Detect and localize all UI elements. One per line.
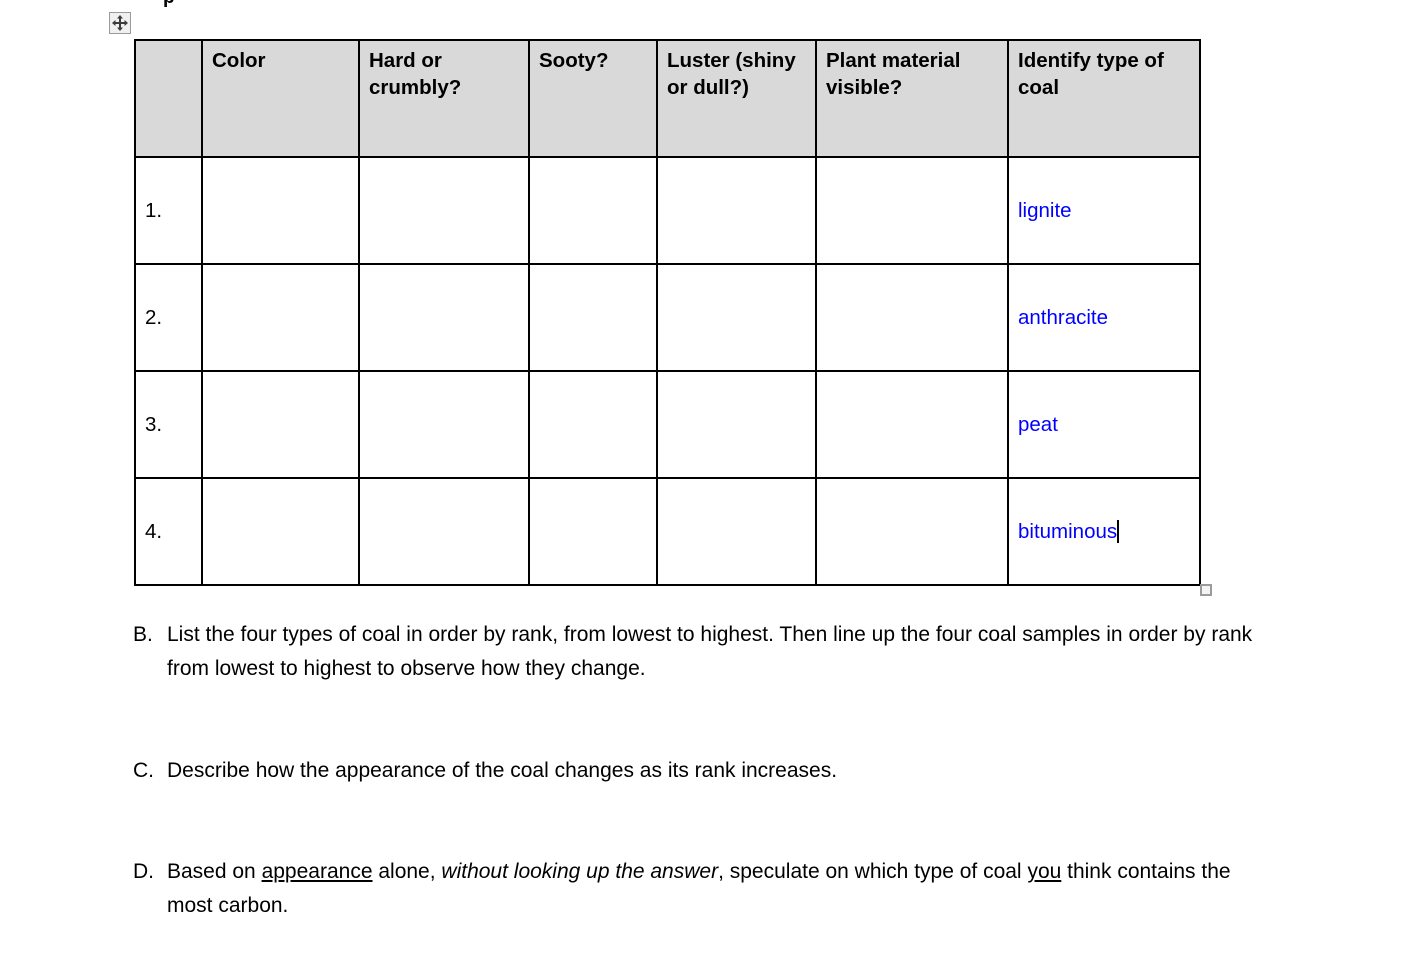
table-row: 2. anthracite <box>134 263 1201 372</box>
cell-plant-material[interactable] <box>815 477 1009 586</box>
question-item-d: D. Based on appearance alone, without lo… <box>133 855 1253 923</box>
question-d-segment: alone, <box>372 860 442 884</box>
question-list: B. List the four types of coal in order … <box>133 618 1253 923</box>
cell-sooty[interactable] <box>528 263 658 372</box>
cell-sooty[interactable] <box>528 477 658 586</box>
row-number-cell: 3. <box>134 370 203 479</box>
move-four-arrows-icon <box>112 15 128 31</box>
column-header-hard-or-crumbly: Hard or crumbly? <box>358 39 530 158</box>
cell-luster[interactable] <box>656 370 817 479</box>
cell-luster[interactable] <box>656 477 817 586</box>
column-header-luster: Luster (shiny or dull?) <box>656 39 817 158</box>
question-d-segment: without looking up the answer <box>441 860 719 884</box>
column-header-color: Color <box>201 39 360 158</box>
column-header-sooty: Sooty? <box>528 39 658 158</box>
cell-coal-type[interactable]: anthracite <box>1007 263 1201 372</box>
question-d-segment: , speculate on which type of coal <box>718 860 1028 884</box>
question-d-segment: Based on <box>167 860 262 884</box>
cell-luster[interactable] <box>656 263 817 372</box>
text-cursor-caret <box>1117 519 1120 543</box>
table-header-row: Color Hard or crumbly? Sooty? Luster (sh… <box>134 39 1201 158</box>
table-move-handle[interactable] <box>109 12 131 34</box>
question-text-d: Based on appearance alone, without looki… <box>167 855 1253 923</box>
cell-hard-or-crumbly[interactable] <box>358 477 530 586</box>
question-label-d: D. <box>133 860 154 884</box>
cell-color[interactable] <box>201 263 360 372</box>
cell-coal-type[interactable]: lignite <box>1007 156 1201 265</box>
table-row: 3. peat <box>134 370 1201 479</box>
coal-type-value: bituminous <box>1018 519 1118 543</box>
column-header-number <box>134 39 203 158</box>
cell-hard-or-crumbly[interactable] <box>358 156 530 265</box>
table-row: 1. lignite <box>134 156 1201 265</box>
column-header-plant-material: Plant material visible? <box>815 39 1009 158</box>
row-number-cell: 4. <box>134 477 203 586</box>
cell-plant-material[interactable] <box>815 156 1009 265</box>
question-label-c: C. <box>133 759 154 783</box>
question-text-c: Describe how the appearance of the coal … <box>167 759 838 783</box>
cell-luster[interactable] <box>656 156 817 265</box>
table-row: 4. bituminous <box>134 477 1201 586</box>
coal-type-value: anthracite <box>1018 305 1109 329</box>
cell-color[interactable] <box>201 370 360 479</box>
cell-hard-or-crumbly[interactable] <box>358 263 530 372</box>
coal-observation-table: Color Hard or crumbly? Sooty? Luster (sh… <box>134 39 1201 586</box>
question-item-c: C. Describe how the appearance of the co… <box>133 754 1253 788</box>
question-label-b: B. <box>133 623 153 646</box>
column-header-identify-type: Identify type of coal <box>1007 39 1201 158</box>
cell-hard-or-crumbly[interactable] <box>358 370 530 479</box>
coal-type-value: lignite <box>1018 198 1072 222</box>
cell-plant-material[interactable] <box>815 263 1009 372</box>
cell-sooty[interactable] <box>528 370 658 479</box>
cell-plant-material[interactable] <box>815 370 1009 479</box>
top-cut-text-fragment: p <box>163 0 175 9</box>
coal-type-value: peat <box>1018 412 1058 436</box>
cell-coal-type[interactable]: bituminous <box>1007 477 1201 586</box>
row-number-cell: 1. <box>134 156 203 265</box>
cell-sooty[interactable] <box>528 156 658 265</box>
table-resize-handle[interactable] <box>1200 584 1212 596</box>
question-text-b: List the four types of coal in order by … <box>167 623 1253 681</box>
question-d-segment: appearance <box>261 860 373 884</box>
question-item-b: B. List the four types of coal in order … <box>133 618 1253 686</box>
cell-coal-type[interactable]: peat <box>1007 370 1201 479</box>
row-number-cell: 2. <box>134 263 203 372</box>
coal-observation-table-wrapper: Color Hard or crumbly? Sooty? Luster (sh… <box>134 39 1201 586</box>
question-d-segment: you <box>1027 860 1062 884</box>
cell-color[interactable] <box>201 156 360 265</box>
cell-color[interactable] <box>201 477 360 586</box>
